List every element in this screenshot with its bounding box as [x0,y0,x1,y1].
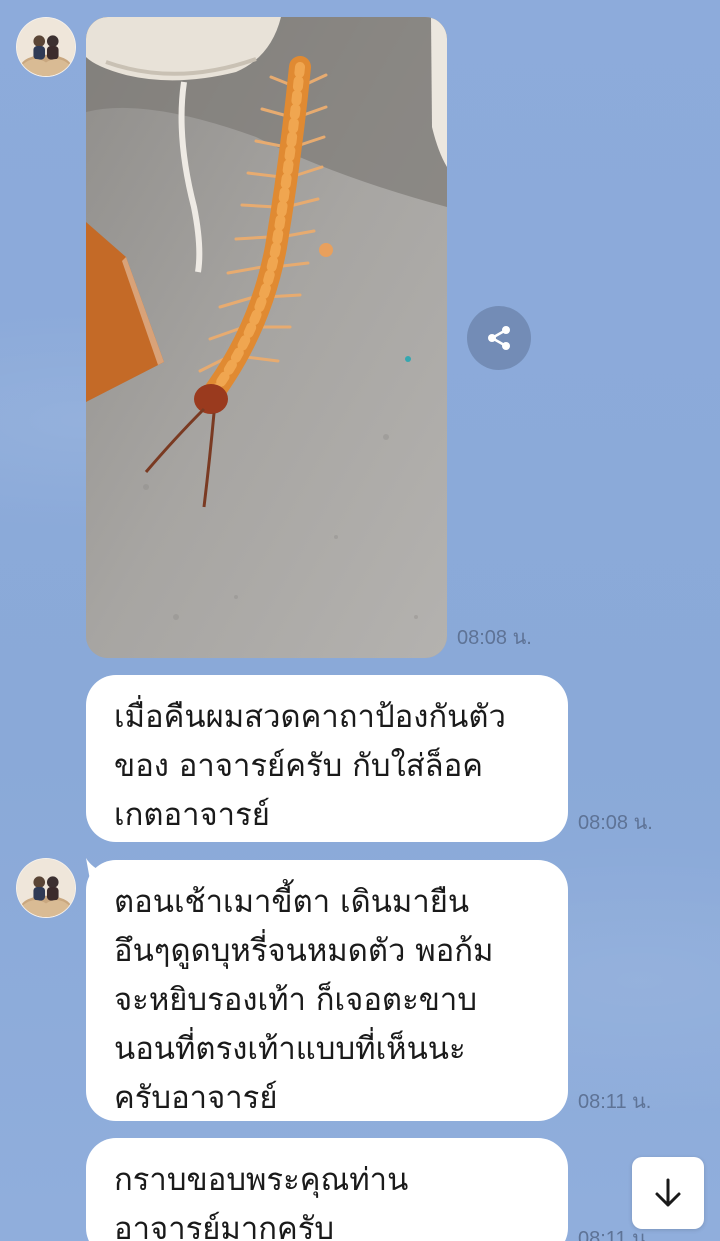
message-bubble[interactable]: เมื่อคืนผมสวดคาถาป้องกันตัว ของ อาจารย์ค… [86,675,568,842]
message-text-line: ครับอาจารย์ [114,1080,278,1116]
message-bubble[interactable]: กราบขอบพระคุณท่าน อาจารย์มากครับ [86,1138,568,1241]
share-icon [488,326,510,350]
message-text-line: อาจารย์มากครับ [114,1211,335,1241]
message-time: 08:11 น. [578,1091,652,1113]
share-button[interactable] [467,306,531,370]
message-time: 08:08 น. [578,812,653,834]
message-text-line: ตอนเช้าเมาขี้ตา เดินมายืน [114,884,470,920]
message-text-line: นอนที่ตรงเท้าแบบที่เห็นนะ [114,1031,466,1067]
message-text-line: เมื่อคืนผมสวดคาถาป้องกันตัว [114,699,506,735]
message-time: 08:08 น. [457,627,532,649]
sender-avatar[interactable] [16,858,76,918]
message-text-line: เกตอาจารย์ [114,797,270,833]
message-text-line: กราบขอบพระคุณท่าน [114,1162,409,1198]
message-text-line: อึนๆดูดบุหรี่จนหมดตัว พอก้ม [114,933,494,969]
message-bubble[interactable]: ตอนเช้าเมาขี้ตา เดินมายืน อึนๆดูดบุหรี่จ… [86,860,568,1121]
arrow-down-icon [655,1178,681,1207]
sender-avatar[interactable] [16,17,76,77]
message-text-line: ของ อาจารย์ครับ กับใส่ล็อค [114,748,483,784]
photo-message-centipede[interactable] [86,17,447,658]
scroll-to-bottom-button[interactable] [632,1157,704,1229]
message-text-line: จะหยิบรองเท้า ก็เจอตะขาบ [114,982,477,1018]
